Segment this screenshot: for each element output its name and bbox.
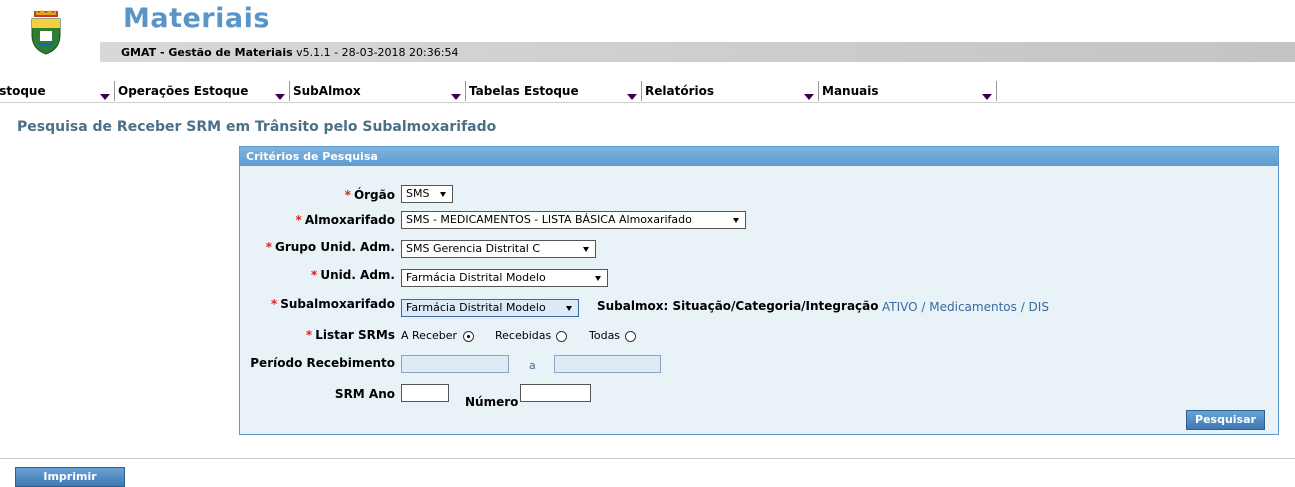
periodo-fim-input[interactable]: [554, 355, 661, 373]
dropdown-arrow-icon: [804, 94, 814, 100]
grupo-unid-adm-select[interactable]: SMS Gerencia Distrital C: [401, 240, 596, 258]
listar-srms-label: * Listar SRMs: [306, 328, 395, 342]
radio-todas[interactable]: [625, 331, 636, 342]
radio-recebidas[interactable]: [556, 331, 567, 342]
almoxarifado-value: SMS - MEDICAMENTOS - LISTA BÁSICA Almoxa…: [406, 213, 692, 226]
footer-divider: [0, 458, 1295, 459]
unid-adm-value: Farmácia Distrital Modelo: [406, 271, 546, 284]
orgao-label: * Órgão: [345, 188, 395, 202]
menu-estoque[interactable]: Estoque: [0, 81, 115, 101]
grupo-unid-adm-label: * Grupo Unid. Adm.: [266, 240, 395, 254]
subalmoxarifado-value: Farmácia Distrital Modelo: [406, 301, 546, 314]
menu-label: Manuais: [822, 84, 879, 98]
menu-label: Operações Estoque: [118, 84, 249, 98]
main-menu: Estoque Operações Estoque SubAlmox Tabel…: [0, 81, 1295, 103]
radio-label-recebidas: Recebidas: [495, 329, 552, 342]
system-name: GMAT - Gestão de Materiais: [121, 46, 293, 59]
almoxarifado-label-text: Almoxarifado: [304, 213, 395, 227]
page-title: Pesquisa de Receber SRM em Trânsito pelo…: [17, 119, 497, 135]
print-button[interactable]: Imprimir: [15, 467, 125, 487]
radio-a-receber[interactable]: [463, 331, 474, 342]
almoxarifado-label: * Almoxarifado: [296, 213, 395, 227]
grupo-unid-adm-value: SMS Gerencia Distrital C: [406, 242, 541, 255]
subalmoxarifado-select[interactable]: Farmácia Distrital Modelo: [401, 299, 579, 317]
menu-label: Tabelas Estoque: [469, 84, 579, 98]
chevron-down-icon: [595, 276, 601, 281]
orgao-select[interactable]: SMS: [401, 185, 453, 203]
orgao-value: SMS: [406, 187, 430, 200]
periodo-inicio-input[interactable]: [401, 355, 509, 373]
numero-label: Número: [465, 395, 519, 409]
subalmoxarifado-label: * Subalmoxarifado: [271, 297, 395, 311]
required-mark: *: [295, 213, 302, 227]
required-mark: *: [311, 268, 318, 282]
search-button[interactable]: Pesquisar: [1186, 410, 1265, 430]
dropdown-arrow-icon: [982, 94, 992, 100]
app-title: Materiais: [123, 3, 270, 34]
srm-ano-input[interactable]: [401, 384, 449, 402]
subalmox-info-label: Subalmox: Situação/Categoria/Integração: [597, 299, 879, 313]
menu-operacoes-estoque[interactable]: Operações Estoque: [115, 81, 290, 101]
grupo-unid-adm-label-text: Grupo Unid. Adm.: [275, 240, 395, 254]
required-mark: *: [270, 297, 278, 311]
panel-title: Critérios de Pesquisa: [240, 147, 1278, 166]
chevron-down-icon: [583, 247, 589, 252]
menu-label: Estoque: [0, 84, 46, 98]
menu-label: Relatórios: [645, 84, 714, 98]
menu-tabelas-estoque[interactable]: Tabelas Estoque: [466, 81, 642, 101]
menu-relatorios[interactable]: Relatórios: [642, 81, 819, 101]
chevron-down-icon: [566, 306, 572, 311]
version-info: v5.1.1 - 28-03-2018 20:36:54: [296, 46, 459, 59]
menu-label: SubAlmox: [293, 84, 361, 98]
menu-subalmox[interactable]: SubAlmox: [290, 81, 466, 101]
dropdown-arrow-icon: [275, 94, 285, 100]
subalmoxarifado-label-text: Subalmoxarifado: [280, 297, 395, 311]
menu-manuais[interactable]: Manuais: [819, 81, 997, 101]
periodo-recebimento-label: Período Recebimento: [250, 356, 395, 370]
unid-adm-select[interactable]: Farmácia Distrital Modelo: [401, 269, 608, 287]
chevron-down-icon: [440, 192, 446, 197]
almoxarifado-select[interactable]: SMS - MEDICAMENTOS - LISTA BÁSICA Almoxa…: [401, 211, 746, 229]
search-criteria-panel: Critérios de Pesquisa * Órgão SMS * Almoxa…: [239, 146, 1279, 435]
periodo-separator: a: [529, 359, 536, 372]
city-coat-of-arms-logo: [31, 10, 61, 55]
unid-adm-label-text: Unid. Adm.: [320, 268, 395, 282]
dropdown-arrow-icon: [100, 94, 110, 100]
chevron-down-icon: [733, 218, 739, 223]
radio-label-todas: Todas: [589, 329, 621, 342]
required-mark: *: [344, 188, 351, 202]
required-mark: *: [265, 240, 272, 254]
srm-ano-label: SRM Ano: [334, 387, 395, 401]
system-info: GMAT - Gestão de Materiais v5.1.1 - 28-0…: [121, 46, 458, 59]
listar-srms-label-text: Listar SRMs: [315, 328, 395, 342]
radio-label-a-receber: A Receber: [401, 329, 458, 342]
dropdown-arrow-icon: [627, 94, 637, 100]
unid-adm-label: * Unid. Adm.: [311, 268, 395, 282]
numero-input[interactable]: [520, 384, 591, 402]
subalmox-info-value: ATIVO / Medicamentos / DIS: [882, 300, 1049, 314]
orgao-label-text: Órgão: [353, 188, 395, 202]
required-mark: *: [305, 328, 313, 342]
dropdown-arrow-icon: [451, 94, 461, 100]
